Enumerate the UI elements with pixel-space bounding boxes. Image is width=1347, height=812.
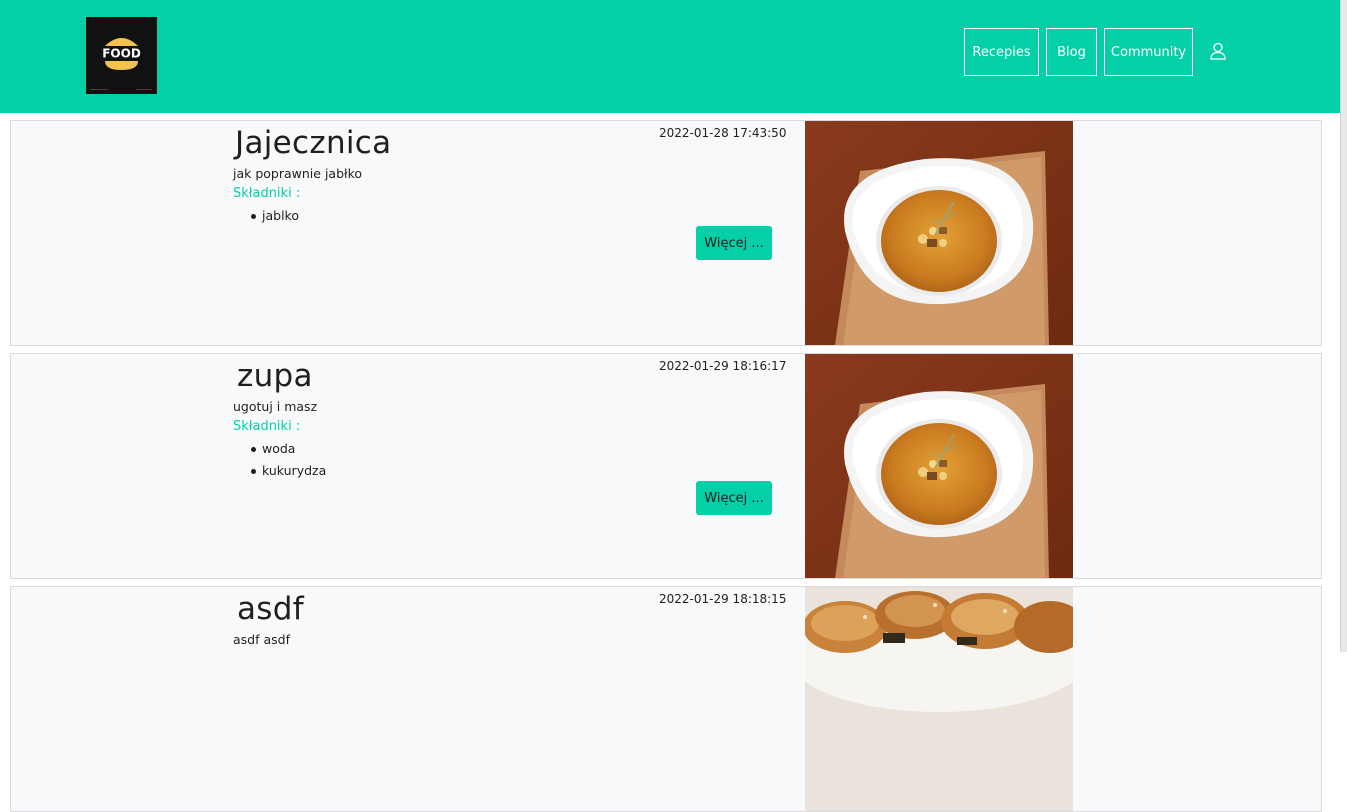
ingredient-item: kukurydza	[251, 460, 326, 482]
user-icon[interactable]	[1208, 41, 1228, 61]
recipe-title[interactable]: zupa	[237, 358, 313, 394]
ingredients-label: Składniki :	[233, 186, 301, 201]
nav-blog[interactable]: Blog	[1046, 28, 1097, 76]
burger-logo-icon: FOOD	[90, 38, 152, 90]
more-button[interactable]: Więcej ...	[696, 226, 772, 260]
logo-text: FOOD	[102, 47, 141, 61]
recipe-date: 2022-01-28 17:43:50	[659, 126, 787, 140]
recipe-date: 2022-01-29 18:18:15	[659, 592, 787, 606]
recipe-card: asdf asdf asdf 2022-01-29 18:18:15	[10, 586, 1322, 812]
ingredient-item: jablko	[251, 205, 299, 227]
nav-community[interactable]: Community	[1104, 28, 1193, 76]
ingredients-list: jablko	[251, 205, 299, 227]
recipe-description: jak poprawnie jabłko	[233, 166, 363, 181]
recipe-card: Jajecznica jak poprawnie jabłko Składnik…	[10, 120, 1322, 346]
recipe-photo-soup[interactable]	[805, 354, 1073, 578]
recipe-title[interactable]: Jajecznica	[235, 125, 391, 161]
ingredient-item: woda	[251, 438, 326, 460]
scrollbar[interactable]	[1340, 0, 1347, 652]
header: FOOD Recepies Blog Community	[0, 0, 1340, 113]
recipe-title[interactable]: asdf	[237, 591, 304, 627]
more-button[interactable]: Więcej ...	[696, 481, 772, 515]
recipe-photo-pastry[interactable]	[805, 587, 1073, 811]
recipe-photo-soup[interactable]	[805, 121, 1073, 345]
food-logo[interactable]: FOOD	[86, 17, 157, 94]
recipe-description: ugotuj i masz	[233, 399, 318, 414]
ingredients-list: woda kukurydza	[251, 438, 326, 482]
ingredients-label: Składniki :	[233, 419, 301, 434]
recipe-date: 2022-01-29 18:16:17	[659, 359, 787, 373]
recipe-description: asdf asdf	[233, 632, 290, 647]
nav-recepies[interactable]: Recepies	[964, 28, 1039, 76]
recipe-card: zupa ugotuj i masz Składniki : woda kuku…	[10, 353, 1322, 579]
